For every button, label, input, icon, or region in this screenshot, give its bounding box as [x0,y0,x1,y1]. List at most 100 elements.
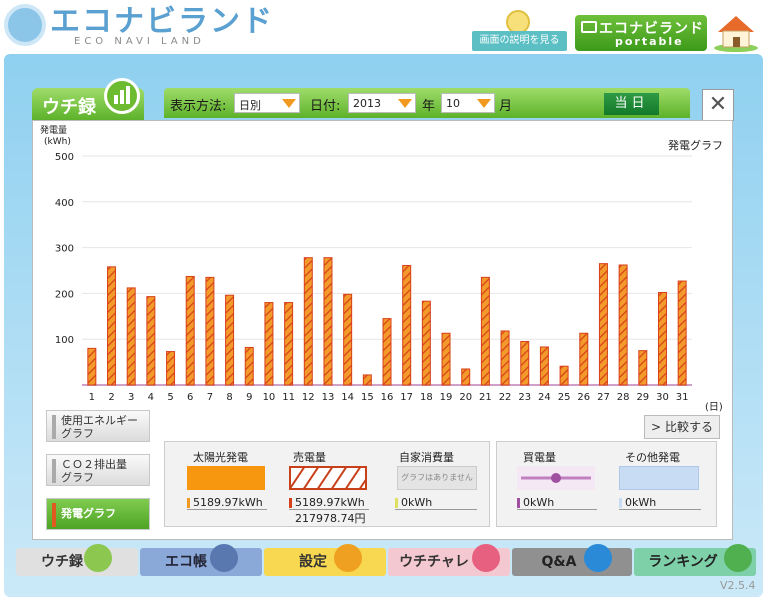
co2-graph-button[interactable]: ＣＯ２排出量 グラフ [46,454,150,486]
x-tick-label: 16 [381,392,394,403]
nav-ranking[interactable]: ランキング [634,544,756,576]
x-tick-label: 26 [577,392,590,403]
other-generation-title: その他発電 [625,451,680,464]
bar-day-15 [362,374,372,386]
bar-day-27 [598,263,608,386]
bar-day-13 [323,257,333,386]
nav-settings[interactable]: 設定 [264,544,386,576]
x-tick-label: 30 [656,392,669,403]
chevron-down-icon [282,99,296,108]
toolbar: 表示方法: 日別 日付: 2013 年 10 月 当日 [164,88,690,118]
x-tick-label: 23 [518,392,531,403]
chevron-down-icon [398,99,412,108]
home-icon[interactable] [712,12,760,52]
solar-value: 5189.97kWh [187,496,267,510]
bar-day-16 [382,318,392,386]
help-button[interactable]: 画面の説明を見る [472,31,567,51]
portable-button[interactable]: エコナビランド portable [575,15,707,51]
x-tick-label: 19 [440,392,453,403]
nav-uchichare[interactable]: ウチチャレ [388,544,510,576]
x-tick-label: 5 [167,392,173,403]
solar-swatch [187,466,265,490]
x-tick-label: 4 [148,392,154,403]
x-tick-label: 18 [420,392,433,403]
logo-subtitle: ECO NAVI LAND [74,36,205,47]
y-tick-label: 400 [55,198,74,209]
bar-day-20 [461,368,471,386]
nav-label: ウチチャレ [399,554,469,570]
bar-day-22 [500,330,510,386]
display-mode-select[interactable]: 日別 [234,93,300,113]
bar-day-18 [421,300,431,386]
x-tick-label: 12 [302,392,315,403]
bar-day-4 [146,296,156,386]
version-label: V2.5.4 [720,579,756,592]
sell-swatch [289,466,367,490]
energy-usage-graph-button[interactable]: 使用エネルギー グラフ [46,410,150,442]
bar-day-12 [303,257,313,386]
x-axis-label: (日) [705,402,723,413]
bar-chart-icon [84,544,112,572]
buy-value: 0kWh [517,496,597,510]
compare-label: 比較する [664,420,713,434]
x-tick-label: 10 [263,392,276,403]
x-tick-label: 14 [341,392,354,403]
x-tick-label: 24 [538,392,551,403]
y-tick-label: 200 [55,289,74,300]
bar-day-25 [559,365,569,386]
chart-title: 発電グラフ [668,138,723,152]
month-value: 10 [446,97,460,110]
y-tick-label: 500 [55,152,74,163]
bar-day-17 [402,264,412,386]
generation-chart: 1 2 3 4 5 6 7 8 9 10 11 12 13 14 15 16 17 18 19 20 21 22 23 24 2… [40,124,723,413]
month-select[interactable]: 10 [441,93,495,113]
bottom-nav: ウチ録 エコ帳 設定 ウチチャレ Q&A ランキング [16,544,756,576]
y-axis-label-line2: (kWh) [44,137,71,147]
close-button[interactable]: ✕ [702,89,734,121]
x-tick-label: 29 [636,392,649,403]
legend-purchase: 買電量 0kWh その他発電 0kWh [496,441,717,527]
bar-day-24 [539,346,549,386]
x-tick-label: 21 [479,392,492,403]
today-button[interactable]: 当日 [604,93,659,115]
bar-day-23 [520,340,530,386]
nav-label: Q&A [541,554,577,570]
bar-day-2 [107,266,117,386]
nav-label: ランキング [648,554,718,570]
bar-day-21 [480,276,490,386]
x-tick-label: 22 [499,392,512,403]
x-tick-label: 17 [400,392,413,403]
other-generation-value: 0kWh [619,496,701,510]
bar-day-10 [264,302,274,386]
generation-graph-button[interactable]: 発電グラフ [46,498,150,530]
side-button-label: ＣＯ２排出量 グラフ [61,458,127,484]
tab-uchiroku[interactable]: ウチ録 [32,78,144,120]
bar-day-30 [657,291,667,386]
notebook-icon [210,544,238,572]
x-tick-label: 13 [322,392,335,403]
nav-qa[interactable]: Q&A [512,544,632,576]
tab-label: ウチ録 [42,97,96,118]
buy-title: 買電量 [523,451,556,464]
nav-uchiroku[interactable]: ウチ録 [16,544,138,576]
compare-button[interactable]: > 比較する [644,415,720,439]
self-consumption-placeholder: グラフはありません [397,466,477,490]
x-tick-label: 20 [459,392,472,403]
nav-ecocho[interactable]: エコ帳 [140,544,262,576]
x-tick-label: 31 [676,392,689,403]
bar-day-29 [638,350,648,386]
y-tick-label: 100 [55,335,74,346]
x-tick-label: 15 [361,392,374,403]
side-button-label: 使用エネルギー グラフ [61,414,138,440]
bar-day-31 [677,280,687,386]
year-select[interactable]: 2013 [348,93,416,113]
flag-icon [472,544,500,572]
x-tick-label: 1 [89,392,95,403]
month-label: 月 [499,99,513,114]
bar-day-8 [225,294,235,386]
chevron-right-icon: > [651,420,662,434]
nav-label: エコ帳 [165,554,207,570]
portable-subtitle: portable [615,35,684,48]
portable-device-icon [581,21,597,33]
x-tick-label: 7 [207,392,213,403]
